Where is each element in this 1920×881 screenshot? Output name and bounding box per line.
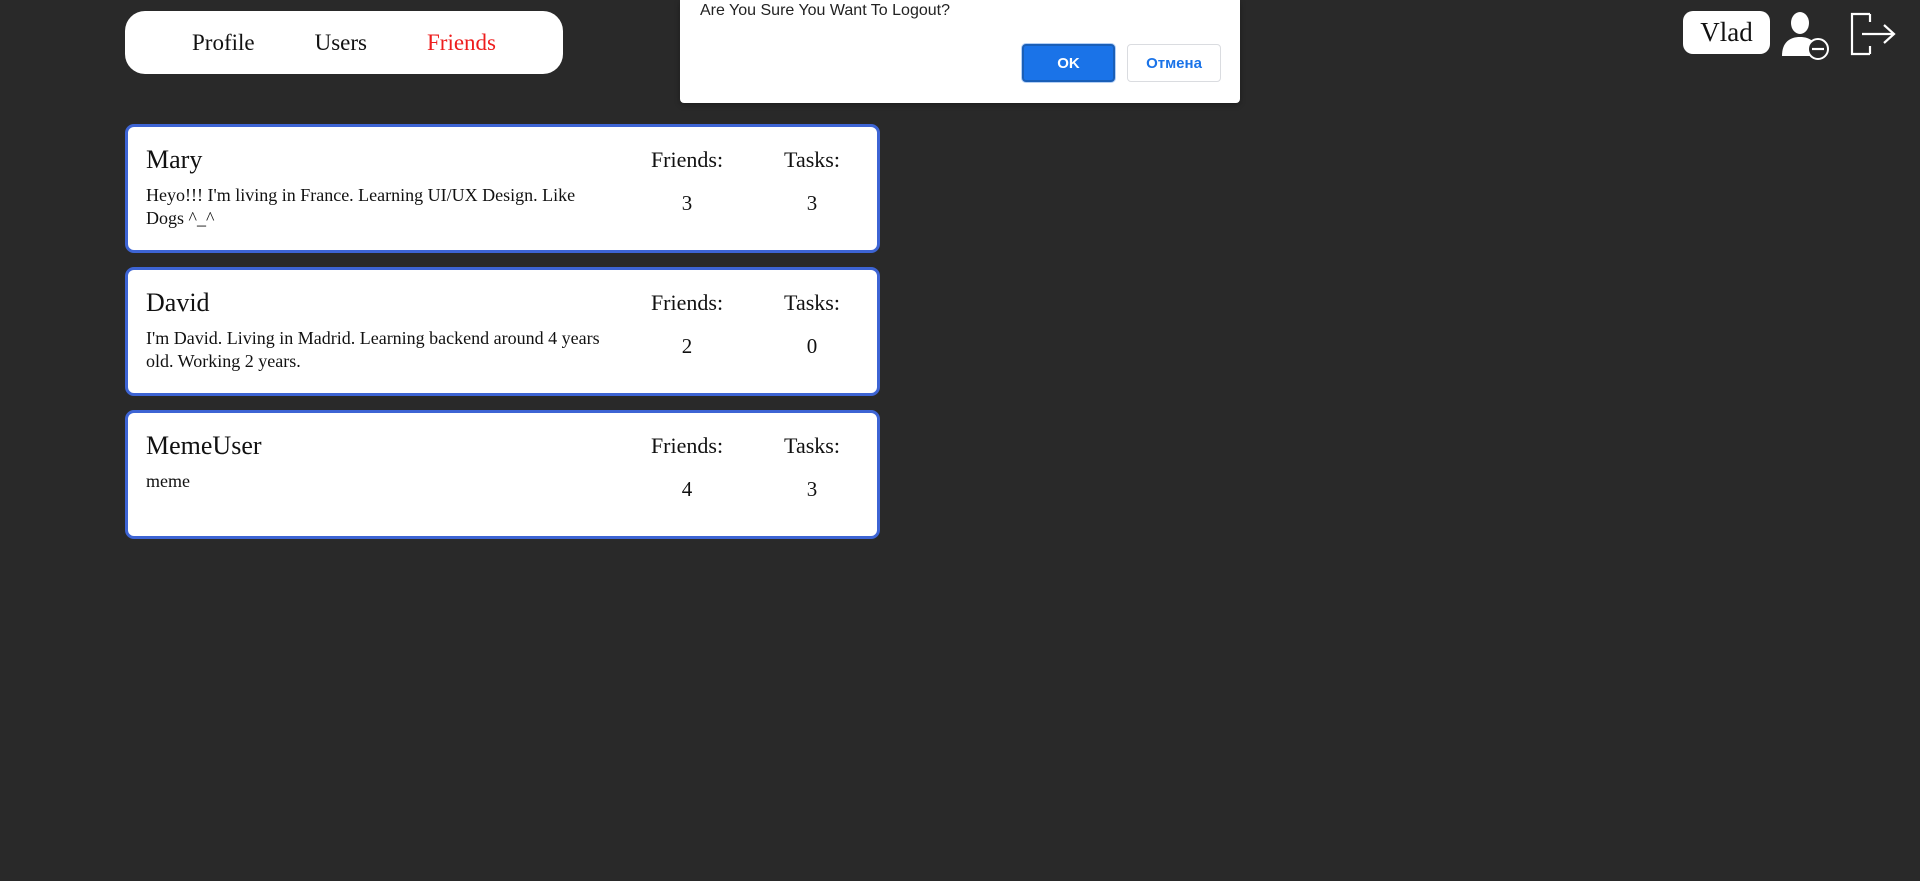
tasks-stat-value: 3: [806, 191, 818, 215]
nav-item-friends[interactable]: Friends: [427, 30, 496, 56]
logout-confirm-dialog: Are You Sure You Want To Logout? OK Отме…: [680, 0, 1240, 103]
user-minus-icon[interactable]: [1778, 10, 1836, 62]
friend-card[interactable]: Mary Heyo!!! I'm living in France. Learn…: [125, 124, 880, 253]
friend-name: David: [146, 288, 210, 317]
friends-stat-value: 3: [681, 191, 693, 215]
friend-name: MemeUser: [146, 431, 262, 460]
tasks-stat: Tasks: 3: [757, 147, 867, 216]
friends-list: Mary Heyo!!! I'm living in France. Learn…: [125, 124, 880, 553]
tasks-stat-label: Tasks:: [784, 433, 840, 458]
friends-stat: Friends: 3: [632, 147, 742, 216]
friends-stat-label: Friends:: [650, 290, 724, 315]
tasks-stat: Tasks: 0: [757, 290, 867, 359]
friend-bio: I'm David. Living in Madrid. Learning ba…: [146, 328, 600, 371]
tasks-stat-value: 3: [806, 477, 818, 501]
main-nav: Profile Users Friends: [125, 11, 563, 74]
ok-button[interactable]: OK: [1022, 44, 1115, 82]
friends-stat: Friends: 2: [632, 290, 742, 359]
tasks-stat-label: Tasks:: [784, 147, 840, 172]
friend-bio: meme: [146, 471, 190, 491]
friends-stat-value: 4: [681, 477, 693, 501]
tasks-stat-label: Tasks:: [784, 290, 840, 315]
tasks-stat: Tasks: 3: [757, 433, 867, 502]
friend-card[interactable]: MemeUser meme Friends: 4 Tasks: 3: [125, 410, 880, 539]
friend-bio: Heyo!!! I'm living in France. Learning U…: [146, 185, 576, 228]
nav-item-profile[interactable]: Profile: [192, 30, 255, 56]
friends-stat-value: 2: [681, 334, 693, 358]
logout-icon[interactable]: [1848, 10, 1898, 58]
friends-stat-label: Friends:: [650, 433, 724, 458]
friend-name: Mary: [146, 145, 203, 174]
username-badge[interactable]: Vlad: [1683, 11, 1770, 54]
friends-stat: Friends: 4: [632, 433, 742, 502]
tasks-stat-value: 0: [806, 334, 818, 358]
nav-item-users[interactable]: Users: [315, 30, 367, 56]
friends-stat-label: Friends:: [650, 147, 724, 172]
dialog-message: Are You Sure You Want To Logout?: [700, 2, 950, 19]
friend-card[interactable]: David I'm David. Living in Madrid. Learn…: [125, 267, 880, 396]
cancel-button[interactable]: Отмена: [1127, 44, 1221, 82]
